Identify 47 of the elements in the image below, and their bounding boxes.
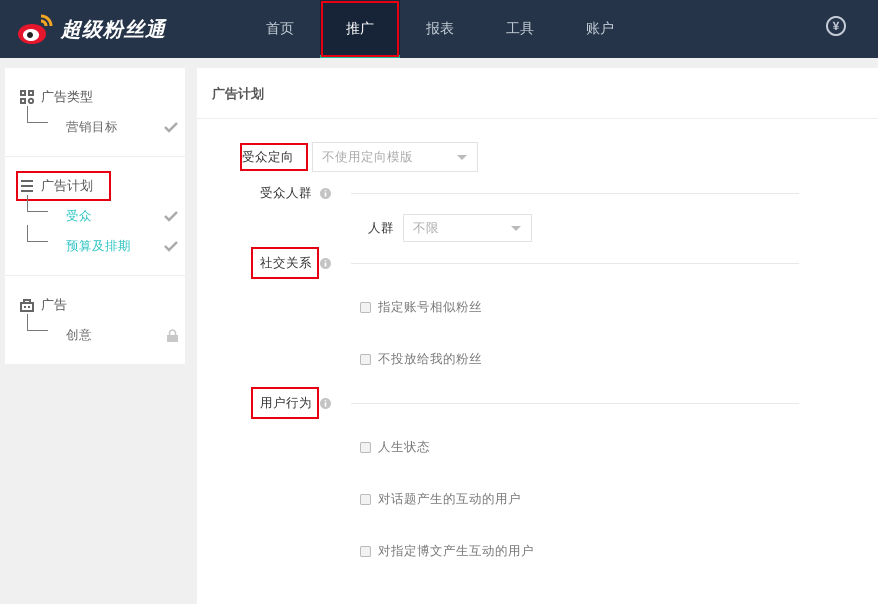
check-icon	[164, 122, 178, 132]
section-label: 社交关系	[251, 247, 319, 279]
tree-connector	[27, 195, 48, 212]
field-label: 人群	[367, 220, 395, 237]
checkbox-label: 对指定博文产生互动的用户	[378, 542, 534, 560]
logo-icon	[17, 12, 55, 46]
nav-tab[interactable]: 推广	[320, 0, 400, 58]
checkbox-label: 人生状态	[378, 438, 430, 456]
check-icon	[164, 210, 178, 222]
nav-tab[interactable]: 工具	[480, 0, 560, 58]
info-icon[interactable]	[320, 188, 331, 198]
info-icon[interactable]	[320, 398, 331, 408]
checkbox[interactable]	[360, 354, 371, 364]
section-label: 用户行为	[251, 387, 319, 419]
step-link[interactable]: 营销目标	[66, 118, 118, 136]
nav-tab[interactable]: 账户	[560, 0, 640, 58]
tree-connector	[27, 314, 48, 331]
toolbox-icon	[20, 298, 34, 312]
nav-tab[interactable]: 报表	[400, 0, 480, 58]
info-icon[interactable]	[320, 258, 331, 268]
check-icon	[164, 240, 178, 252]
checkbox[interactable]	[360, 442, 371, 452]
checkbox-label: 不投放给我的粉丝	[378, 350, 482, 368]
tree-connector	[27, 106, 48, 123]
section-title: 广告计划	[41, 177, 93, 195]
tree-connector	[27, 225, 48, 242]
checkbox-label: 对话题产生的互动的用户	[378, 490, 521, 508]
field-label: 受众定向	[240, 143, 308, 171]
section-label: 受众人群	[259, 185, 313, 202]
app-logo-text: 超级粉丝通	[61, 18, 166, 42]
account-balance-icon[interactable]: ¥	[826, 16, 846, 36]
lock-icon	[167, 328, 178, 342]
checkbox[interactable]	[360, 546, 371, 556]
checkbox[interactable]	[360, 302, 371, 312]
grid-icon	[20, 90, 34, 104]
caret-icon	[511, 226, 521, 230]
caret-icon	[457, 154, 467, 160]
dropdown-value: 不限	[413, 220, 439, 236]
step-link[interactable]: 创意	[66, 326, 92, 344]
checkbox[interactable]	[360, 494, 371, 504]
nav-tab[interactable]: 首页	[240, 0, 320, 58]
panel-title: 广告计划	[197, 68, 878, 119]
section-title: 广告类型	[41, 88, 93, 106]
list-icon	[20, 179, 34, 193]
checkbox-label: 指定账号相似粉丝	[378, 298, 482, 316]
section-title: 广告	[41, 296, 67, 314]
dropdown-value: 不使用定向模版	[322, 148, 413, 166]
